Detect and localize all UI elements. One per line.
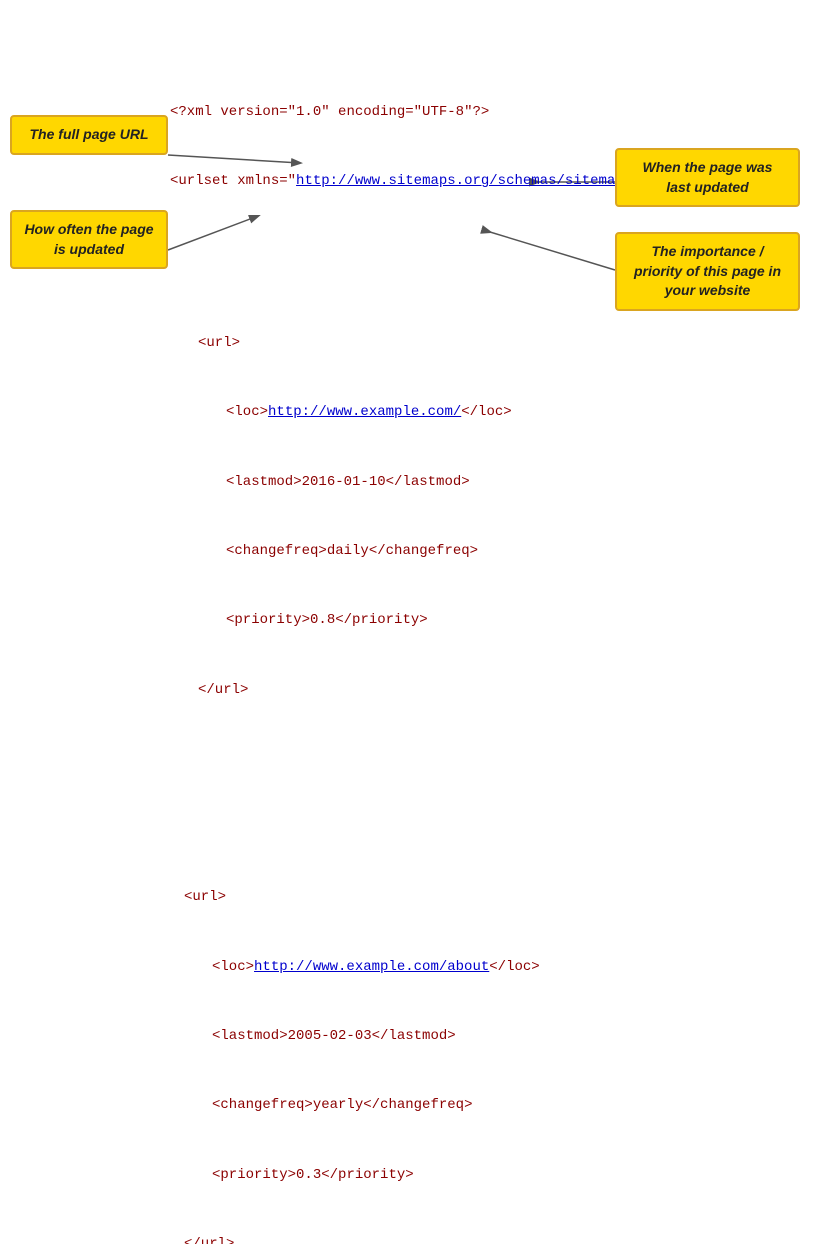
url-entry-2: <url> <loc>http://www.example.com/about<… bbox=[184, 840, 674, 1244]
annotation-freq-box: How often the page is updated bbox=[10, 210, 168, 269]
loc-link-1[interactable]: http://www.example.com/ bbox=[268, 404, 461, 420]
annotation-url-box: The full page URL bbox=[10, 115, 168, 155]
loc-link-2[interactable]: http://www.example.com/about bbox=[254, 959, 489, 975]
urlset-namespace-link[interactable]: http://www.sitemaps.org/schemas/sitemap/… bbox=[296, 173, 657, 189]
annotation-lastmod-box: When the page was last updated bbox=[615, 148, 800, 207]
url-entry-1: <url> <loc>http://www.example.com/</loc>… bbox=[198, 286, 674, 748]
urlset-open: <urlset xmlns="http://www.sitemaps.org/s… bbox=[170, 170, 674, 193]
page-container: <?xml version="1.0" encoding="UTF-8"?> <… bbox=[0, 0, 815, 622]
annotation-priority-box: The importance / priority of this page i… bbox=[615, 232, 800, 311]
code-block: <?xml version="1.0" encoding="UTF-8"?> <… bbox=[170, 55, 674, 1244]
xml-declaration: <?xml version="1.0" encoding="UTF-8"?> bbox=[170, 101, 674, 124]
